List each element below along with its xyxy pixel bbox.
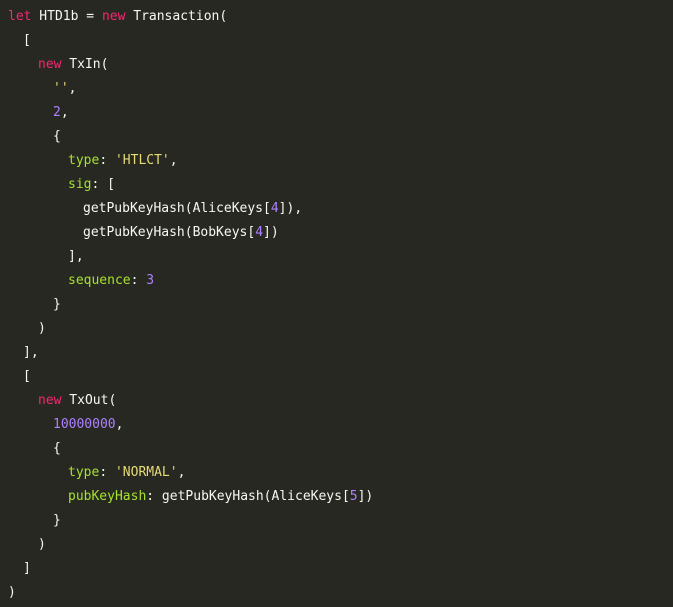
code-line-25: )	[0, 581, 673, 605]
code-line-7: type: 'HTLCT',	[0, 149, 673, 173]
comma: ,	[169, 153, 178, 168]
txout-pubkeyhash-key: pubKeyHash	[68, 489, 147, 504]
outputs-close-bracket: ]	[23, 561, 31, 576]
sig-bob-key-index: 4	[255, 225, 264, 240]
let-keyword: let	[8, 9, 32, 24]
txout-close-paren: )	[38, 537, 46, 552]
txin-index-number: 2	[53, 105, 61, 120]
inputs-close-bracket: ],	[23, 345, 39, 360]
txin-close-brace: }	[53, 297, 61, 312]
txin-sequence-value: 3	[146, 273, 155, 288]
variable-name: HTD1b =	[31, 9, 102, 24]
code-line-21: pubKeyHash: getPubKeyHash(AliceKeys[5])	[0, 485, 673, 509]
comma: ,	[60, 105, 69, 120]
txout-new-keyword: new	[38, 393, 62, 408]
sig-alice-key-index: 4	[270, 201, 279, 216]
code-line-10: getPubKeyHash(BobKeys[4])	[0, 221, 673, 245]
code-line-18: 10000000,	[0, 413, 673, 437]
txin-type-value: 'HTLCT'	[114, 153, 170, 168]
code-line-4: '',	[0, 77, 673, 101]
txin-sequence-key: sequence	[68, 273, 131, 288]
code-line-17: new TxOut(	[0, 389, 673, 413]
code-line-11: ],	[0, 245, 673, 269]
txout-type-value: 'NORMAL'	[114, 465, 178, 480]
sig-alice-call: getPubKeyHash(AliceKeys[	[83, 201, 271, 216]
txout-constructor: TxOut(	[61, 393, 117, 408]
code-line-8: sig: [	[0, 173, 673, 197]
pubkeyhash-call: : getPubKeyHash(AliceKeys[	[146, 489, 350, 504]
txin-type-key: type	[68, 153, 100, 168]
colon: :	[99, 465, 115, 480]
sig-close-bracket: ],	[68, 249, 84, 264]
inputs-open-bracket: [	[23, 33, 31, 48]
sig-alice-call-close: ]),	[278, 201, 303, 216]
code-line-20: type: 'NORMAL',	[0, 461, 673, 485]
code-line-16: [	[0, 365, 673, 389]
code-line-2: [	[0, 29, 673, 53]
txout-close-brace: }	[53, 513, 61, 528]
colon: :	[99, 153, 115, 168]
comma: ,	[68, 81, 77, 96]
code-line-15: ],	[0, 341, 673, 365]
code-line-14: )	[0, 317, 673, 341]
code-line-24: ]	[0, 557, 673, 581]
code-line-13: }	[0, 293, 673, 317]
sig-bob-call: getPubKeyHash(BobKeys[	[83, 225, 256, 240]
pubkeyhash-key-index: 5	[349, 489, 358, 504]
txout-amount: 10000000	[53, 417, 116, 432]
code-line-5: 2,	[0, 101, 673, 125]
transaction-close-paren: )	[8, 585, 16, 600]
txin-constructor: TxIn(	[61, 57, 109, 72]
code-line-6: {	[0, 125, 673, 149]
txin-close-paren: )	[38, 321, 46, 336]
txin-empty-string: ''	[53, 81, 69, 96]
code-line-1: let HTD1b = new Transaction(	[0, 5, 673, 29]
txin-open-brace: {	[53, 129, 61, 144]
comma: ,	[177, 465, 186, 480]
code-line-12: sequence: 3	[0, 269, 673, 293]
comma: ,	[115, 417, 124, 432]
code-line-9: getPubKeyHash(AliceKeys[4]),	[0, 197, 673, 221]
code-line-22: }	[0, 509, 673, 533]
transaction-constructor: Transaction(	[125, 9, 228, 24]
sig-open-bracket: : [	[91, 177, 115, 192]
txin-sig-key: sig	[68, 177, 92, 192]
txin-new-keyword: new	[38, 57, 62, 72]
code-line-19: {	[0, 437, 673, 461]
code-editor-view: let HTD1b = new Transaction( [ new TxIn(…	[0, 0, 673, 607]
pubkeyhash-call-close: ])	[357, 489, 374, 504]
txout-open-brace: {	[53, 441, 61, 456]
code-line-23: )	[0, 533, 673, 557]
code-line-3: new TxIn(	[0, 53, 673, 77]
outputs-open-bracket: [	[23, 369, 31, 384]
txout-type-key: type	[68, 465, 100, 480]
sig-bob-call-close: ])	[263, 225, 279, 240]
new-keyword: new	[101, 9, 126, 24]
colon: :	[130, 273, 147, 288]
